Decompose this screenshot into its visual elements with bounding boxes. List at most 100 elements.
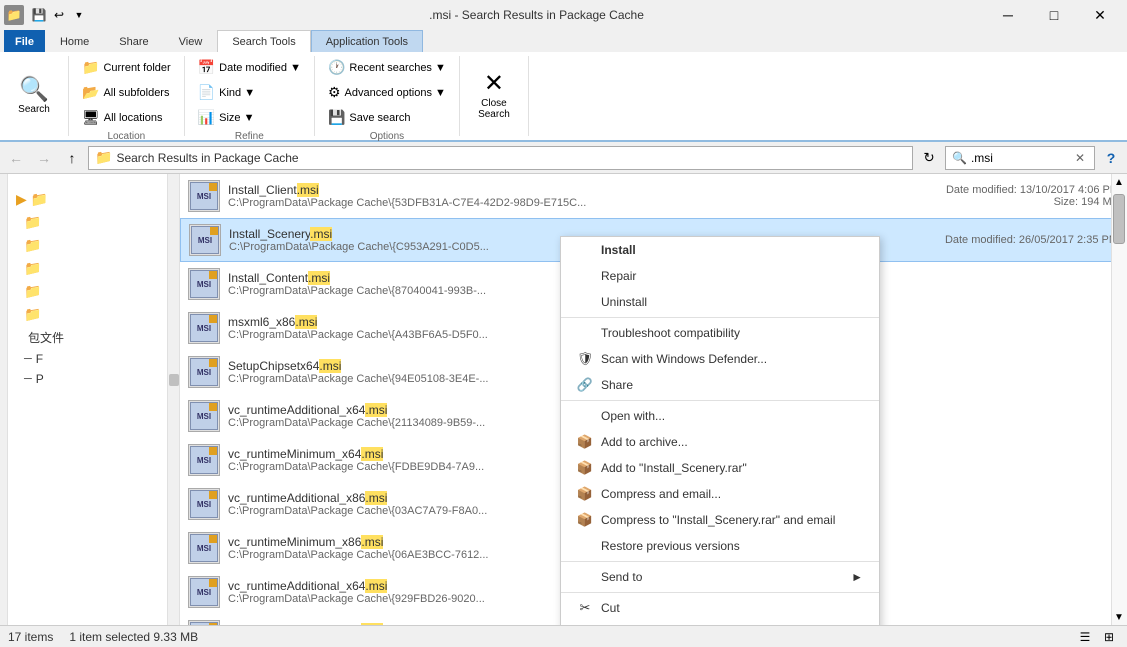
sidebar-item-2[interactable]: 📁: [8, 211, 179, 234]
content-scrollbar[interactable]: ▲ ▼: [1111, 174, 1127, 625]
ctx-add-archive[interactable]: 📦 Add to archive...: [561, 429, 879, 455]
date-modified-btn[interactable]: 📅 Date modified ▼: [191, 56, 308, 79]
ribbon-small-btns: 📁 Current folder 📂 All subfolders 🖥 All …: [75, 56, 178, 129]
sidebar-scrollbar[interactable]: [167, 174, 179, 625]
quick-dropdown-btn[interactable]: ▼: [70, 6, 88, 24]
ctx-share[interactable]: 🔗 Share: [561, 372, 879, 398]
scroll-up-btn[interactable]: ▲: [1112, 174, 1126, 190]
ctx-troubleshoot-label: Troubleshoot compatibility: [601, 326, 740, 340]
ribbon-search-section: 🔍 Search: [0, 56, 69, 136]
ctx-scan[interactable]: 🛡 Scan with Windows Defender...: [561, 346, 879, 372]
back-button[interactable]: ←: [4, 146, 28, 170]
close-search-label: CloseSearch: [478, 98, 510, 120]
sidebar-item-4[interactable]: 📁: [8, 257, 179, 280]
ctx-add-rar[interactable]: 📦 Add to "Install_Scenery.rar": [561, 455, 879, 481]
ctx-sep-1: [561, 317, 879, 318]
window-title: .msi - Search Results in Package Cache: [88, 8, 985, 22]
tab-application-tools[interactable]: Application Tools: [311, 30, 423, 52]
file-icon-1: MSI: [188, 180, 220, 212]
restore-button[interactable]: □: [1031, 0, 1077, 30]
ctx-open-label: Open with...: [601, 409, 665, 423]
search-ribbon-btn[interactable]: 🔍 Search: [6, 58, 62, 134]
tab-file[interactable]: File: [4, 30, 45, 52]
all-locations-btn[interactable]: 🖥 All locations: [75, 106, 178, 129]
tab-search[interactable]: Search Tools: [217, 30, 310, 52]
ctx-repair[interactable]: Repair: [561, 263, 879, 289]
ribbon-options-section: 📁 Current folder 📂 All subfolders 🖥 All …: [69, 56, 185, 136]
sidebar-item-6[interactable]: 📁: [8, 303, 179, 326]
up-button[interactable]: ↑: [60, 146, 84, 170]
view-large-icons-btn[interactable]: ⊞: [1099, 627, 1119, 647]
file-icon-10: MSI: [188, 576, 220, 608]
tab-share[interactable]: Share: [104, 30, 163, 52]
scroll-thumb[interactable]: [1113, 194, 1125, 244]
ctx-rar-label: Add to "Install_Scenery.rar": [601, 461, 747, 475]
search-box[interactable]: 🔍 ✕: [945, 146, 1095, 170]
ctx-send-label: Send to: [601, 570, 642, 584]
ctx-troubleshoot[interactable]: Troubleshoot compatibility: [561, 320, 879, 346]
sidebar-item-9[interactable]: ─ P: [8, 369, 179, 389]
tab-home[interactable]: Home: [45, 30, 104, 52]
save-search-label: Save search: [349, 112, 410, 124]
sidebar-item-wenfan[interactable]: 包文件: [8, 326, 179, 349]
ctx-cut-icon: ✂: [577, 600, 593, 616]
ctx-install[interactable]: Install: [561, 237, 879, 263]
quick-undo-btn[interactable]: ↩: [50, 6, 68, 24]
save-icon: 💾: [328, 109, 345, 126]
current-folder-btn[interactable]: 📁 Current folder: [75, 56, 178, 79]
file-item[interactable]: MSI Install_Client.msi C:\ProgramData\Pa…: [180, 174, 1127, 218]
ctx-uninstall[interactable]: Uninstall: [561, 289, 879, 315]
advanced-btn[interactable]: ⚙ Advanced options ▼: [321, 81, 453, 104]
ctx-compress-email[interactable]: 📦 Compress and email...: [561, 481, 879, 507]
forward-button[interactable]: →: [32, 146, 56, 170]
date-icon: 📅: [198, 59, 215, 76]
close-search-btn[interactable]: ✕ CloseSearch: [466, 58, 522, 134]
sidebar-folder-icon-3: 📁: [24, 237, 41, 254]
file-name-1: Install_Client.msi: [228, 183, 911, 197]
size-btn[interactable]: 📊 Size ▼: [191, 106, 308, 129]
recent-searches-btn[interactable]: 🕐 Recent searches ▼: [321, 56, 453, 79]
ctx-open-with[interactable]: Open with...: [561, 403, 879, 429]
minimize-button[interactable]: ─: [985, 0, 1031, 30]
ctx-compress-rar-label: Compress to "Install_Scenery.rar" and em…: [601, 513, 835, 527]
scroll-down-btn[interactable]: ▼: [1112, 609, 1126, 625]
sidebar-item-1[interactable]: ▶ 📁: [8, 188, 179, 211]
search-big-icon: 🔍: [19, 78, 49, 102]
save-search-btn[interactable]: 💾 Save search: [321, 106, 453, 129]
ctx-send-to[interactable]: Send to ►: [561, 564, 879, 590]
view-details-btn[interactable]: ☰: [1075, 627, 1095, 647]
refresh-button[interactable]: ↻: [917, 146, 941, 170]
folder-icon: 📁: [82, 59, 99, 76]
address-box[interactable]: 📁 Search Results in Package Cache: [88, 146, 913, 170]
sidebar-item-8[interactable]: ─ F: [8, 349, 179, 369]
file-icon-2: MSI: [189, 224, 221, 256]
ctx-cut[interactable]: ✂ Cut: [561, 595, 879, 621]
ribbon-options2-section: 🕐 Recent searches ▼ ⚙ Advanced options ▼…: [315, 56, 460, 136]
content-area: MSI Install_Client.msi C:\ProgramData\Pa…: [180, 174, 1127, 625]
breadcrumb-item[interactable]: Search Results in Package Cache: [116, 151, 298, 165]
sidebar-item-5[interactable]: 📁: [8, 280, 179, 303]
quick-save-btn[interactable]: 💾: [30, 6, 48, 24]
tab-view[interactable]: View: [164, 30, 218, 52]
sidebar-p-item: P: [36, 372, 44, 386]
scroll-thumb-area: [1112, 190, 1127, 609]
sidebar-scroll-thumb[interactable]: [169, 374, 179, 386]
kind-btn[interactable]: 📄 Kind ▼: [191, 81, 308, 104]
ctx-compress-rar-email[interactable]: 📦 Compress to "Install_Scenery.rar" and …: [561, 507, 879, 533]
all-subfolders-btn[interactable]: 📂 All subfolders: [75, 81, 178, 104]
ctx-restore-icon: [577, 538, 593, 554]
search-input[interactable]: [971, 151, 1071, 165]
ctx-compress-icon: 📦: [577, 486, 593, 502]
sidebar-dash-icon: ─: [24, 353, 32, 365]
ctx-copy[interactable]: 📋 Copy: [561, 621, 879, 625]
search-clear-button[interactable]: ✕: [1075, 151, 1085, 165]
date-modified-label: Date modified ▼: [219, 62, 301, 74]
help-button[interactable]: ?: [1099, 146, 1123, 170]
sidebar-item-3[interactable]: 📁: [8, 234, 179, 257]
ctx-restore[interactable]: Restore previous versions: [561, 533, 879, 559]
close-button[interactable]: ✕: [1077, 0, 1123, 30]
sidebar-folder-icon-4: 📁: [24, 260, 41, 277]
window-controls: ─ □ ✕: [985, 0, 1123, 30]
breadcrumb: Search Results in Package Cache: [116, 151, 298, 165]
ctx-compress-label: Compress and email...: [601, 487, 721, 501]
